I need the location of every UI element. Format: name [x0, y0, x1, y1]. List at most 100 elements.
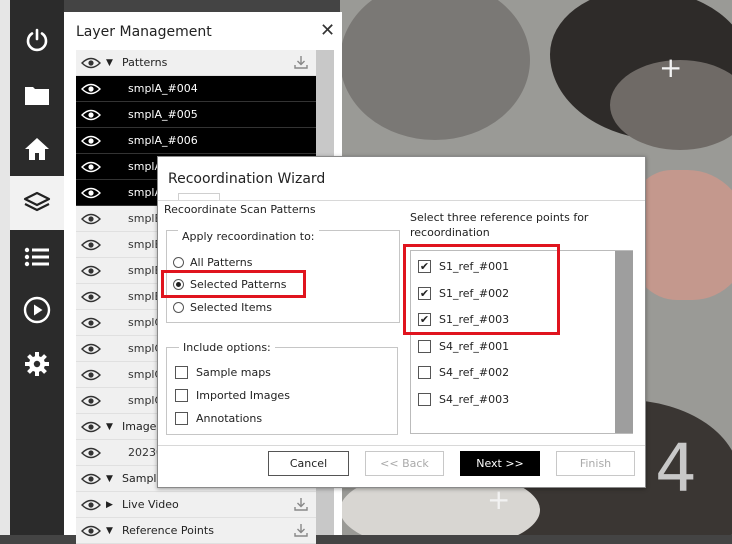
folder-button[interactable]	[10, 68, 64, 122]
reference-point-item[interactable]: ✔ S1_ref_#002	[418, 286, 510, 300]
list-button[interactable]	[10, 230, 64, 284]
eye-icon[interactable]	[76, 466, 106, 492]
download-icon[interactable]	[294, 497, 308, 514]
radio-all-patterns[interactable]: All Patterns	[173, 256, 252, 269]
home-button[interactable]	[10, 122, 64, 176]
close-icon[interactable]: ✕	[320, 20, 335, 41]
finish-button[interactable]: Finish	[556, 451, 635, 476]
layer-label: smplC	[128, 342, 163, 355]
reference-points-list: ✔ S1_ref_#001 ✔ S1_ref_#002 ✔ S1_ref_#003 S4_r…	[410, 250, 633, 434]
checkbox-sample-maps[interactable]: Sample maps	[175, 366, 271, 379]
layer-label: smplA	[128, 186, 163, 199]
eye-icon[interactable]	[76, 362, 106, 388]
sample-number-label: 4	[655, 430, 697, 507]
checkbox[interactable]	[418, 392, 431, 406]
layer-label: smplA	[128, 160, 163, 173]
layer-label: smplC	[128, 368, 163, 381]
eye-icon[interactable]	[76, 284, 106, 310]
settings-button[interactable]	[10, 337, 64, 391]
eye-icon[interactable]	[76, 258, 106, 284]
caret-down-icon[interactable]: ▼	[106, 474, 118, 484]
caret-right-icon[interactable]: ▶	[106, 500, 118, 510]
checkbox-imported-images[interactable]: Imported Images	[175, 389, 290, 402]
play-icon	[23, 296, 51, 324]
reference-list-scrollbar[interactable]	[615, 251, 633, 433]
radio-label: Selected Patterns	[190, 278, 287, 291]
include-legend: Include options:	[179, 341, 275, 354]
folder-icon	[25, 87, 49, 105]
layer-label: smplC	[128, 316, 163, 329]
eye-icon[interactable]	[76, 492, 106, 518]
layer-group-row[interactable]: ▼ Patterns	[76, 50, 316, 76]
cancel-button[interactable]: Cancel	[268, 451, 349, 476]
eye-icon[interactable]	[76, 76, 106, 102]
layer-label: smplB	[128, 290, 163, 303]
layer-group-row[interactable]: ▶ Live Video	[76, 492, 316, 518]
layer-label: smplB	[128, 264, 163, 277]
caret-down-icon[interactable]: ▼	[106, 58, 118, 68]
play-button[interactable]	[10, 283, 64, 337]
wizard-tab[interactable]	[178, 193, 220, 200]
checkbox[interactable]	[175, 366, 188, 379]
layers-icon	[23, 191, 51, 212]
eye-icon[interactable]	[76, 128, 106, 154]
eye-icon[interactable]	[76, 232, 106, 258]
checkbox[interactable]	[175, 389, 188, 402]
radio-button[interactable]	[173, 279, 184, 290]
layer-row[interactable]: smplA_#005	[76, 102, 316, 128]
back-button[interactable]: << Back	[365, 451, 444, 476]
radio-selected-patterns[interactable]: Selected Patterns	[173, 278, 287, 291]
power-icon	[26, 28, 48, 52]
layers-button[interactable]	[10, 176, 64, 230]
layer-label: smplC	[128, 394, 163, 407]
checkbox[interactable]	[175, 412, 188, 425]
left-edge	[0, 0, 10, 535]
image-blob	[340, 0, 530, 140]
checkbox-annotations[interactable]: Annotations	[175, 412, 262, 425]
power-button[interactable]	[10, 13, 64, 67]
layer-row[interactable]: smplA_#006	[76, 128, 316, 154]
reference-point-item[interactable]: ✔ S1_ref_#003	[418, 313, 509, 326]
layer-row[interactable]: smplA_#004	[76, 76, 316, 102]
checkbox[interactable]: ✔	[418, 260, 431, 273]
checkbox[interactable]	[418, 339, 431, 353]
layer-label: Image	[122, 420, 157, 433]
reference-point-label: S1_ref_#001	[439, 260, 510, 273]
caret-down-icon[interactable]: ▼	[106, 422, 118, 432]
eye-icon[interactable]	[76, 518, 106, 544]
checkbox[interactable]	[418, 366, 431, 379]
radio-selected-items[interactable]: Selected Items	[173, 301, 272, 314]
reference-point-item[interactable]: ✔ S1_ref_#001	[418, 260, 509, 273]
caret-down-icon[interactable]: ▼	[106, 526, 118, 536]
eye-icon[interactable]	[76, 336, 106, 362]
crosshair-marker: +	[659, 51, 683, 84]
checkbox-label: Annotations	[196, 412, 263, 425]
checkbox[interactable]: ✔	[418, 286, 431, 300]
eye-icon[interactable]	[76, 388, 106, 414]
reference-point-label: S1_ref_#002	[439, 286, 510, 300]
checkbox[interactable]: ✔	[418, 313, 431, 326]
eye-icon[interactable]	[76, 310, 106, 336]
reference-point-item[interactable]: S4_ref_#001	[418, 339, 509, 353]
layer-group-row[interactable]: ▼ Reference Points	[76, 518, 316, 544]
reference-point-item[interactable]: S4_ref_#003	[418, 392, 509, 406]
next-button[interactable]: Next >>	[460, 451, 540, 476]
layer-label: smplB	[128, 238, 163, 251]
eye-icon[interactable]	[76, 414, 106, 440]
dialog-title: Recoordination Wizard	[168, 171, 326, 187]
radio-button[interactable]	[173, 257, 184, 268]
eye-icon[interactable]	[76, 440, 106, 466]
eye-icon[interactable]	[76, 50, 106, 76]
eye-icon[interactable]	[76, 206, 106, 232]
eye-icon[interactable]	[76, 154, 106, 180]
gear-icon	[25, 352, 49, 376]
eye-icon[interactable]	[76, 102, 106, 128]
radio-button[interactable]	[173, 302, 184, 313]
checkbox-label: Imported Images	[196, 389, 290, 402]
main-toolbar	[10, 0, 64, 535]
download-icon[interactable]	[294, 523, 308, 540]
dialog-subtitle: Recoordinate Scan Patterns	[164, 203, 316, 216]
eye-icon[interactable]	[76, 180, 106, 206]
download-icon[interactable]	[294, 55, 308, 72]
reference-point-item[interactable]: S4_ref_#002	[418, 366, 509, 379]
